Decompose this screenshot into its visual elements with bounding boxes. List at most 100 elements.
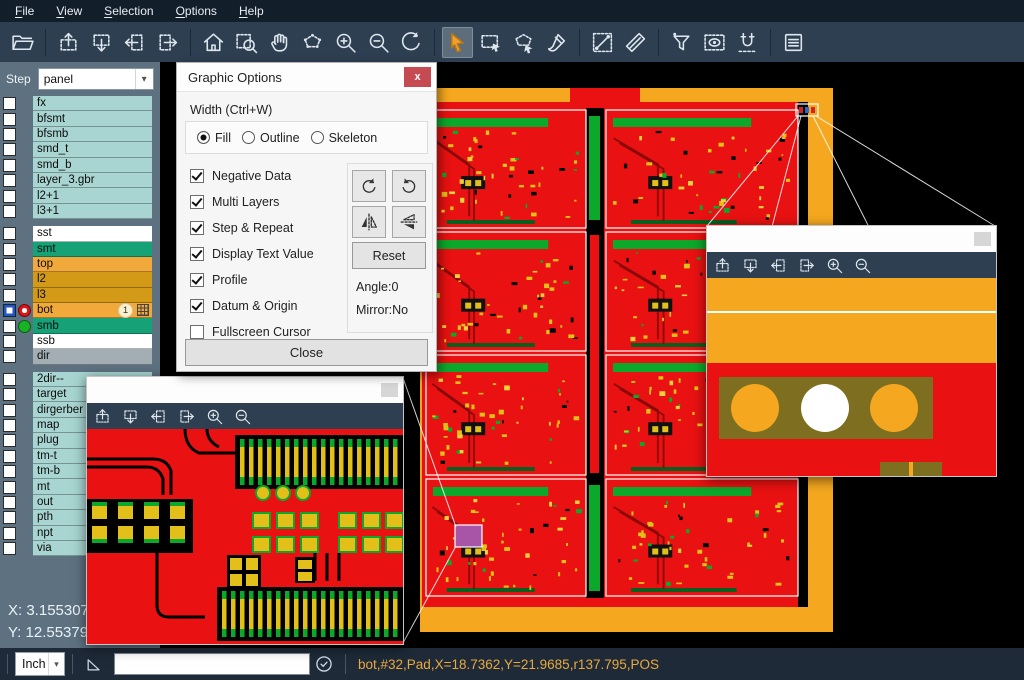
zoom-in-button[interactable] [824,255,844,275]
ruler-button[interactable] [620,27,651,58]
arrow-up-box-button[interactable] [712,255,732,275]
radio-outline[interactable]: Outline [242,131,300,145]
layer-label[interactable]: l2+1 [33,188,152,203]
radio-skeleton[interactable]: Skeleton [311,131,378,145]
zoom-in-button[interactable] [330,27,361,58]
layer-visibility-checkbox[interactable] [3,243,16,256]
layer-label[interactable]: sst [33,226,152,241]
layer-visibility-checkbox[interactable] [3,527,16,540]
layer-visibility-checkbox[interactable] [3,465,16,478]
layer-row-dir[interactable]: dir [0,349,160,364]
layer-visibility-checkbox[interactable] [3,373,16,386]
checkbox-profile[interactable]: Profile [190,267,314,293]
layer-visibility-checkbox[interactable] [3,143,16,156]
layer-row-fx[interactable]: fx [0,96,160,111]
layer-label[interactable]: smd_b [33,158,152,173]
layer-label[interactable]: l2 [33,272,152,287]
layer-visibility-checkbox[interactable] [3,419,16,432]
layer-visibility-checkbox[interactable] [3,542,16,555]
arrow-left-box-button[interactable] [768,255,788,275]
menu-view[interactable]: View [45,2,93,20]
layer-label[interactable]: bot1 [33,303,152,318]
layer-visibility-checkbox[interactable] [3,320,16,333]
arrow-down-box-button[interactable] [740,255,760,275]
layer-visibility-checkbox[interactable] [3,404,16,417]
zoom-out-button[interactable] [363,27,394,58]
layer-visibility-checkbox[interactable] [3,113,16,126]
arrow-right-box-button[interactable] [152,27,183,58]
layer-visibility-checkbox[interactable] [3,190,16,203]
layer-label[interactable]: bfsmt [33,111,152,126]
layer-label[interactable]: smt [33,242,152,257]
layer-visibility-checkbox[interactable] [3,289,16,302]
layer-row-l2[interactable]: l2 [0,272,160,287]
checkbox-datum-origin[interactable]: Datum & Origin [190,293,314,319]
layer-visibility-checkbox[interactable] [3,511,16,524]
open-folder-button[interactable] [7,27,38,58]
layer-row-l3-1[interactable]: l3+1 [0,204,160,219]
layer-visibility-checkbox[interactable] [3,434,16,447]
zoom-out-button[interactable] [232,406,252,426]
layer-list-button[interactable] [778,27,809,58]
layer-label[interactable]: ssb [33,334,152,349]
arrow-down-box-button[interactable] [86,27,117,58]
layer-row-sst[interactable]: sst [0,226,160,241]
close-button[interactable]: Close [185,339,428,366]
window-button[interactable] [974,232,991,246]
flip-h-button[interactable] [352,206,386,238]
command-input[interactable] [114,653,310,675]
rotate-ccw-button[interactable] [392,170,426,202]
layer-label[interactable]: smd_t [33,142,152,157]
layer-visibility-checkbox[interactable] [3,258,16,271]
close-icon[interactable]: x [404,67,431,87]
snap-magnet-button[interactable] [732,27,763,58]
checkbox-step-repeat[interactable]: Step & Repeat [190,215,314,241]
radio-fill[interactable]: Fill [197,131,231,145]
layer-visibility-checkbox[interactable] [3,450,16,463]
checkbox-multi-layers[interactable]: Multi Layers [190,189,314,215]
layer-visibility-checkbox[interactable] [3,273,16,286]
detail-zoom-titlebar[interactable] [87,377,403,403]
flip-v-button[interactable] [392,206,426,238]
layer-label[interactable]: fx [33,96,152,111]
zoom-out-button[interactable] [852,255,872,275]
home-button[interactable] [198,27,229,58]
menu-options[interactable]: Options [165,2,228,20]
step-selector[interactable]: panel ▾ [38,68,154,90]
zoom-in-button[interactable] [204,406,224,426]
layer-label[interactable]: smb [33,318,152,333]
layer-visibility-checkbox[interactable] [3,97,16,110]
checkbox-negative-data[interactable]: Negative Data [190,163,314,189]
unit-selector[interactable]: Inch ▾ [15,652,65,676]
layer-row-top[interactable]: top [0,257,160,272]
layer-visibility-checkbox[interactable] [3,128,16,141]
layer-visibility-checkbox[interactable] [3,205,16,218]
menu-file[interactable]: File [4,2,45,20]
layer-row-smd-t[interactable]: smd_t [0,142,160,157]
layer-row-ssb[interactable]: ssb [0,334,160,349]
arrow-right-box-button[interactable] [796,255,816,275]
layer-visibility-checkbox[interactable] [3,335,16,348]
corner-zoom-view[interactable] [707,278,996,476]
layer-label[interactable]: l3+1 [33,204,152,219]
apply-icon[interactable] [314,654,334,674]
measure-line-button[interactable] [587,27,618,58]
layer-row-bot[interactable]: bot1 [0,303,160,318]
reset-button[interactable]: Reset [352,242,426,269]
layer-row-smt[interactable]: smt [0,242,160,257]
menu-help[interactable]: Help [228,2,275,20]
angle-mode-icon[interactable] [84,654,104,674]
layer-row-l3[interactable]: l3 [0,288,160,303]
detail-zoom-view[interactable] [87,429,403,644]
layer-label[interactable]: dir [33,349,152,364]
layer-label[interactable]: top [33,257,152,272]
rotate-cw-button[interactable] [352,170,386,202]
corner-zoom-titlebar[interactable] [707,226,996,252]
window-button[interactable] [381,383,398,397]
move-poly-button[interactable] [297,27,328,58]
layer-label[interactable]: layer_3.gbr [33,173,152,188]
arrow-right-box-button[interactable] [176,406,196,426]
layer-visibility-checkbox[interactable] [3,350,16,363]
pointer-button[interactable] [442,27,473,58]
arrow-down-box-button[interactable] [120,406,140,426]
